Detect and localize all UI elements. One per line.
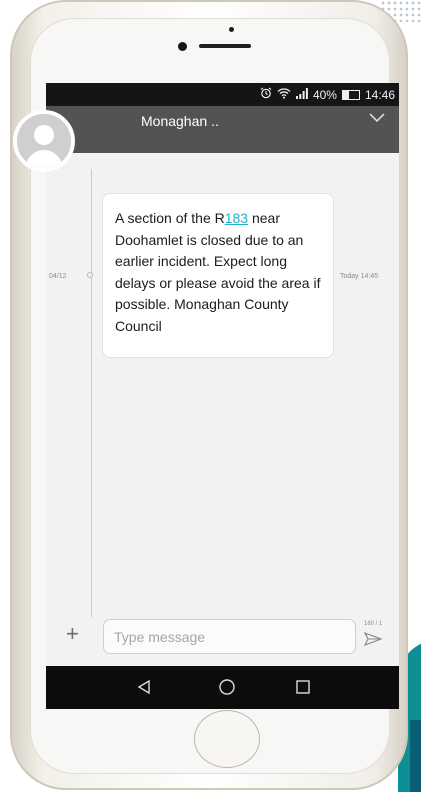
wifi-icon [277,87,291,102]
timeline-node [87,272,93,278]
avatar-placeholder-icon [17,114,71,168]
plus-icon[interactable]: + [66,623,79,645]
proximity-sensor [229,27,234,32]
contact-name[interactable]: Monaghan .. [141,113,219,129]
message-text-rest: near Doohamlet is closed due to an earli… [115,210,321,334]
signal-icon [295,87,308,102]
alarm-icon [260,87,272,102]
navigation-bar [46,666,399,709]
phone-screen: 40% 14:46 Monaghan .. 04/12 A section of… [46,83,399,709]
recents-icon[interactable] [296,680,310,699]
status-time: 14:46 [364,87,395,102]
status-bar: 40% 14:46 [46,83,399,106]
chevron-down-icon[interactable] [369,110,385,128]
date-label: 04/12 [49,273,67,280]
front-camera [178,42,187,51]
home-icon[interactable] [218,678,236,701]
message-timestamp: Today 14:45 [340,273,379,280]
message-text-start: A section of the R [115,210,225,226]
contact-avatar[interactable] [13,110,75,172]
road-link[interactable]: 183 [225,210,248,226]
send-icon[interactable] [363,631,383,651]
message-bubble[interactable]: A section of the R183 near Doohamlet is … [102,193,334,358]
message-input-placeholder: Type message [114,629,206,645]
battery-level-fill [342,90,350,99]
back-icon[interactable] [136,679,152,700]
earpiece-speaker [199,44,251,48]
timeline-line [91,169,92,617]
battery-icon [341,89,360,100]
message-input[interactable]: Type message [103,619,356,654]
battery-percent: 40% [312,87,337,102]
physical-home-button[interactable] [194,710,260,768]
conversation-header: Monaghan .. [46,106,399,153]
char-counter: 160 / 1 [364,621,383,627]
decorative-dark-shape [410,720,421,792]
status-icons: 40% 14:46 [260,87,395,102]
